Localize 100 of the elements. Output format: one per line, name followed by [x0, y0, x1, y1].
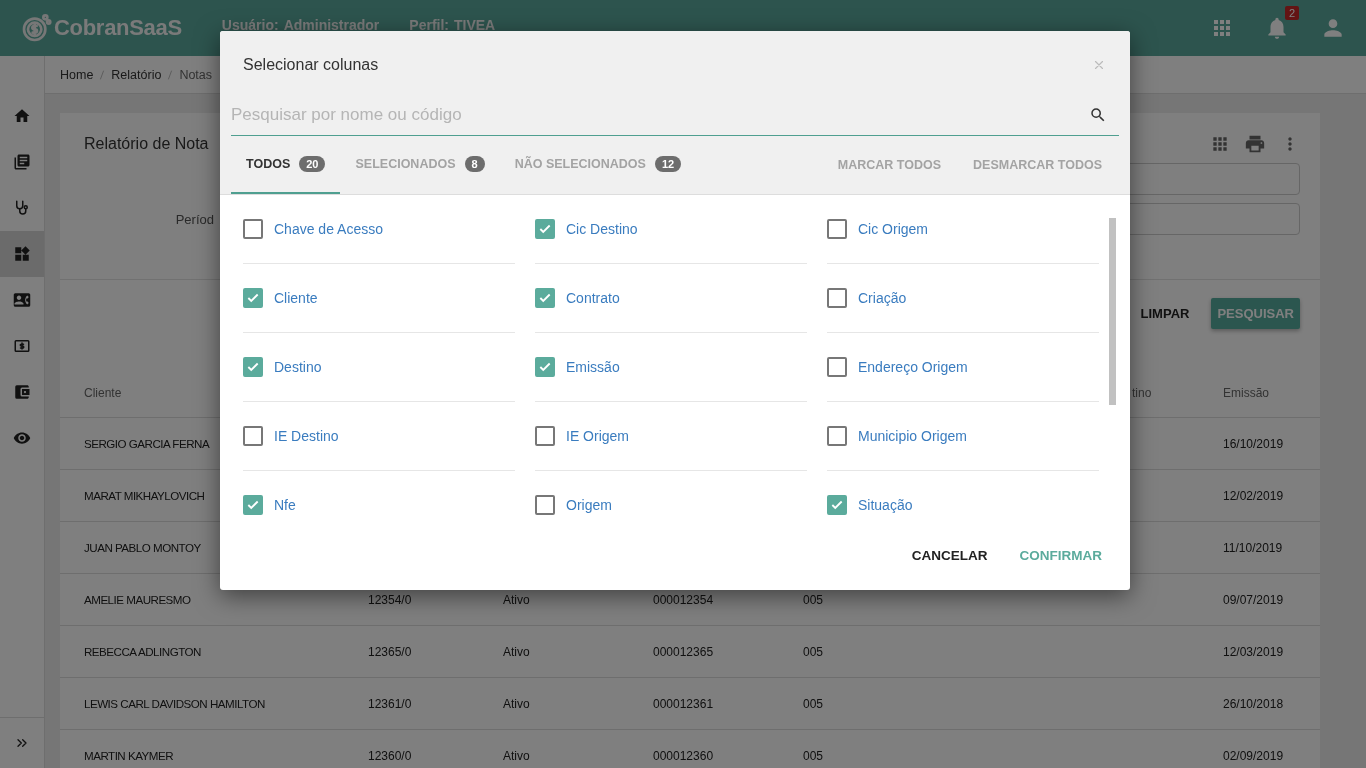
- column-option[interactable]: Nfe: [243, 471, 515, 530]
- profile-label: Perfil:: [409, 17, 449, 33]
- table-cell-text: 005: [803, 644, 825, 659]
- column-option[interactable]: IE Origem: [535, 402, 807, 471]
- table-cell-text: 000012365: [653, 644, 715, 659]
- table-cell-text: 12365/0: [368, 644, 413, 659]
- notification-badge: 2: [1284, 6, 1299, 20]
- checkbox[interactable]: [243, 357, 263, 377]
- stethoscope-icon: [13, 199, 31, 217]
- checkbox[interactable]: [243, 288, 263, 308]
- table-cell-text: 000012361: [653, 696, 715, 711]
- column-option[interactable]: Origem: [535, 471, 807, 530]
- column-option[interactable]: Criação: [827, 264, 1099, 333]
- dialog-title: Selecionar colunas: [243, 56, 379, 74]
- table-cell-text: 16/10/2019: [1223, 436, 1285, 451]
- column-option[interactable]: Cic Origem: [827, 195, 1099, 264]
- count-badge: 20: [299, 156, 326, 172]
- table-cell-text: 12360/0: [368, 748, 413, 763]
- column-option[interactable]: Chave de Acesso: [243, 195, 515, 264]
- table-cell-text: Ativo: [503, 644, 531, 659]
- table-cell-text: 005: [803, 748, 825, 763]
- checkbox[interactable]: [243, 495, 263, 515]
- contact-card-icon: [13, 291, 31, 309]
- wallet-icon: [13, 383, 31, 401]
- checkbox[interactable]: [535, 357, 555, 377]
- table-cell-text: 005: [803, 696, 825, 711]
- breadcrumb-link[interactable]: Home: [60, 67, 94, 82]
- table-cell-text: 02/09/2019: [1223, 748, 1285, 763]
- report-title: Relatório de Nota: [84, 135, 209, 153]
- checkbox[interactable]: [827, 219, 847, 239]
- table-cell-text: MARTIN KAYMER: [84, 749, 175, 762]
- confirm-button[interactable]: CONFIRMAR: [1009, 540, 1112, 571]
- table-cell-text: 09/07/2019: [1223, 592, 1285, 607]
- table-cell-text: 12/02/2019: [1223, 488, 1285, 503]
- column-header: Emissão: [1223, 386, 1270, 400]
- count-badge: 12: [654, 156, 682, 172]
- cancel-button[interactable]: CANCELAR: [901, 540, 998, 571]
- table-cell-text: 000012360: [653, 748, 715, 763]
- checkbox[interactable]: [827, 288, 847, 308]
- breadcrumb-link[interactable]: Notas: [179, 67, 213, 82]
- checkmark-icon: [538, 222, 552, 236]
- table-cell-text: MARAT MIKHAYLOVICH: [84, 489, 206, 502]
- checkmark-icon: [246, 498, 260, 512]
- table-cell-text: 12361/0: [368, 696, 413, 711]
- filter-label: Períod: [174, 211, 214, 227]
- column-option[interactable]: Situação: [827, 471, 1099, 530]
- column-option[interactable]: IE Destino: [243, 402, 515, 471]
- checkbox[interactable]: [535, 219, 555, 239]
- checkbox[interactable]: [535, 288, 555, 308]
- checkmark-icon: [830, 498, 844, 512]
- checkmark-icon: [538, 291, 552, 305]
- search-icon[interactable]: [1089, 106, 1107, 124]
- checkbox[interactable]: [827, 357, 847, 377]
- table-cell-text: 000012354: [653, 592, 715, 607]
- filter-tab[interactable]: NÃO SELECIONADOS 12: [499, 136, 697, 194]
- table-cell-text: JUAN PABLO MONTOY: [84, 541, 202, 554]
- table-cell-text: SERGIO GARCIA FERNA: [84, 437, 211, 450]
- scrollbar-thumb[interactable]: [1109, 218, 1116, 405]
- table-cell-text: 12354/0: [368, 592, 413, 607]
- column-option[interactable]: Endereço Origem: [827, 333, 1099, 402]
- checkbox[interactable]: [243, 426, 263, 446]
- books-icon: [13, 153, 31, 171]
- filter-tab[interactable]: SELECIONADOS 8: [340, 136, 500, 194]
- breadcrumb-link[interactable]: Relatório: [111, 67, 162, 82]
- column-option[interactable]: Cliente: [243, 264, 515, 333]
- table-cell-text: 12/03/2019: [1223, 644, 1285, 659]
- checkmark-icon: [246, 360, 260, 374]
- apps-icon[interactable]: [1210, 134, 1230, 154]
- table-cell-text: Ativo: [503, 748, 531, 763]
- column-option[interactable]: Emissão: [535, 333, 807, 402]
- table-cell-text: 26/10/2018: [1223, 696, 1285, 711]
- eye-icon: [13, 429, 31, 447]
- filter-tab[interactable]: TODOS 20: [231, 136, 341, 194]
- column-header: Cliente: [84, 386, 123, 400]
- money-icon: [13, 337, 31, 355]
- checkbox[interactable]: [535, 426, 555, 446]
- checkbox[interactable]: [827, 495, 847, 515]
- column-option[interactable]: Municipio Origem: [827, 402, 1099, 471]
- table-cell-text: Ativo: [503, 592, 531, 607]
- table-cell-text: Ativo: [503, 696, 531, 711]
- checkbox[interactable]: [535, 495, 555, 515]
- table-cell-text: 11/10/2019: [1223, 540, 1284, 555]
- table-cell-text: REBECCA ADLINGTON: [84, 645, 202, 658]
- count-badge: 8: [464, 156, 485, 172]
- user-name: Administrador: [283, 17, 380, 33]
- checkmark-icon: [538, 360, 552, 374]
- column-option[interactable]: Contrato: [535, 264, 807, 333]
- search-field[interactable]: Pesquisar por nome ou código: [231, 105, 1089, 125]
- checkbox[interactable]: [827, 426, 847, 446]
- home-icon: [13, 107, 31, 125]
- column-option[interactable]: Cic Destino: [535, 195, 807, 264]
- table-cell-text: LEWIS CARL DAVIDSON HAMILTON: [84, 697, 266, 710]
- column-option[interactable]: Destino: [243, 333, 515, 402]
- print-icon[interactable]: [1244, 133, 1266, 155]
- logo-icon: [20, 12, 52, 44]
- widgets-icon: [13, 245, 31, 263]
- checkbox[interactable]: [243, 219, 263, 239]
- clear-button[interactable]: LIMPAR: [1134, 298, 1196, 329]
- user-label: Usuário:: [221, 17, 279, 33]
- sidebar-item[interactable]: [0, 231, 44, 277]
